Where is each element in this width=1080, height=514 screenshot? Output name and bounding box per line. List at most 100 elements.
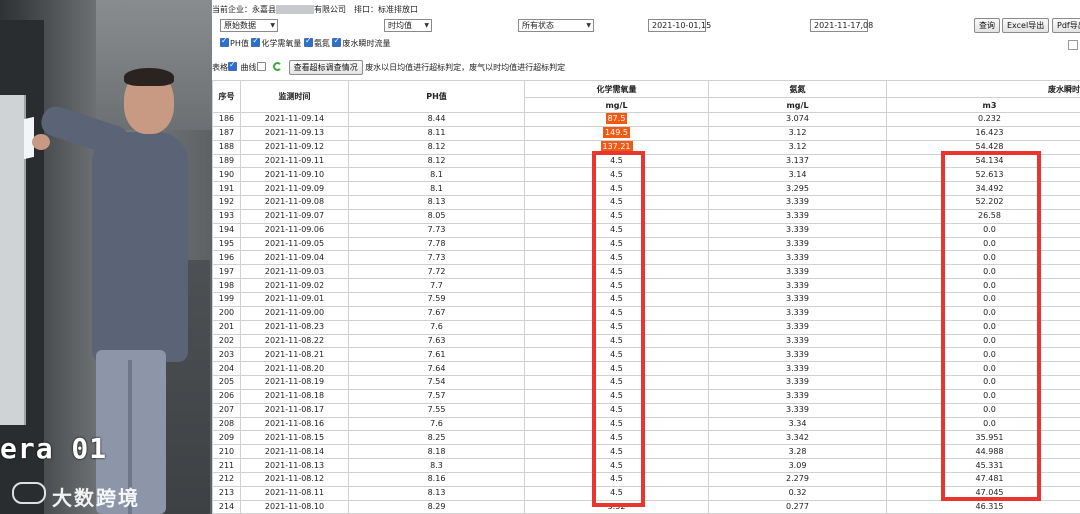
ph-filter[interactable]: PH值 — [220, 36, 249, 48]
curve-option-label: 曲线 — [240, 63, 257, 72]
nh3-value: 3.339 — [786, 377, 809, 387]
cod-value: 4.5 — [610, 294, 623, 304]
table-row: 202 2021-11-08.22 7.63 4.5 3.339 0.0 — [212, 333, 1080, 349]
cell-time: 2021-11-09.01 — [240, 291, 349, 307]
table-row: 204 2021-11-08.20 7.64 4.5 3.339 0.0 — [212, 361, 1080, 377]
time-value: 2021-11-08.18 — [264, 391, 325, 401]
cell-seq: 201 — [212, 319, 241, 335]
cell-seq: 213 — [212, 485, 241, 501]
table-row: 197 2021-11-09.03 7.72 4.5 3.339 0.0 — [212, 264, 1080, 280]
cell-time: 2021-11-08.17 — [240, 402, 349, 418]
ph-value: 8.11 — [427, 128, 446, 138]
nh3-value: 3.339 — [786, 239, 809, 249]
time-value: 2021-11-09.14 — [264, 114, 325, 124]
cell-time: 2021-11-08.19 — [240, 375, 349, 390]
cell-flow: 34.492 — [886, 181, 1080, 197]
cod-value: 4.5 — [610, 363, 623, 373]
cell-nh3: 3.09 — [708, 458, 887, 473]
cell-seq: 204 — [212, 361, 241, 377]
cell-ph: 8.1 — [348, 181, 525, 197]
cell-cod: 4.5 — [524, 250, 709, 266]
view-exceed-button[interactable]: 查看超标调查情况 — [288, 60, 363, 75]
cell-seq: 189 — [212, 153, 241, 169]
cell-seq: 212 — [212, 471, 241, 487]
col-ph-header: PH值 — [348, 80, 525, 113]
cell-ph: 8.13 — [348, 195, 525, 210]
flow-filter[interactable]: 废水瞬时流量 — [332, 36, 390, 48]
ph-checkbox[interactable] — [220, 36, 229, 47]
cell-flow: 0.0 — [886, 375, 1080, 390]
watermark-text: 大数跨境 — [52, 486, 140, 510]
refresh-icon[interactable] — [273, 62, 283, 71]
cell-cod: 4.5 — [524, 333, 709, 349]
cell-seq: 208 — [212, 416, 241, 432]
flow-value: 0.0 — [983, 405, 996, 415]
photo-person-hair — [124, 68, 174, 86]
ammonia-checkbox[interactable] — [303, 36, 313, 47]
ammonia-filter[interactable]: 氨氮 — [303, 36, 330, 48]
flow-checkbox[interactable] — [332, 36, 342, 47]
cell-ph: 7.73 — [348, 222, 525, 238]
table-row: 189 2021-11-09.11 8.12 4.5 3.137 54.134 — [212, 153, 1080, 169]
flow-value: 0.232 — [978, 114, 1001, 124]
cell-time: 2021-11-08.10 — [240, 499, 349, 514]
ph-value: 7.67 — [427, 308, 446, 318]
cell-nh3: 3.339 — [708, 236, 887, 252]
date-to-input[interactable]: 2021-11-17,08 — [810, 19, 873, 32]
table-row: 198 2021-11-09.02 7.7 4.5 3.339 0.0 — [212, 278, 1080, 293]
interval-select[interactable]: 时均值 — [384, 19, 432, 32]
time-value: 2021-11-09.05 — [264, 239, 325, 249]
flow-value: 0.0 — [983, 266, 996, 276]
cell-seq: 191 — [212, 181, 241, 197]
ph-value: 8.44 — [427, 114, 446, 124]
cod-filter[interactable]: 化学需氧量 — [251, 36, 301, 48]
cell-nh3: 2.279 — [708, 471, 887, 487]
col-cod-header: 化学需氧量 — [524, 80, 709, 98]
ph-value: 8.12 — [427, 142, 446, 152]
cell-ph: 8.3 — [348, 458, 525, 473]
date-from-input[interactable]: 2021-10-01,15 — [648, 19, 711, 32]
cell-nh3: 3.339 — [708, 361, 887, 377]
nh3-value: 3.339 — [786, 308, 809, 318]
nh3-value: 3.137 — [786, 155, 809, 165]
ph-value: 7.59 — [427, 294, 446, 304]
cell-flow: 54.428 — [886, 139, 1080, 155]
cod-value: 4.5 — [610, 252, 623, 262]
time-value: 2021-11-09.10 — [264, 169, 325, 179]
excel-export-button[interactable]: Excel导出 — [1002, 18, 1050, 33]
cell-seq: 210 — [212, 444, 241, 460]
side-checkbox[interactable] — [1068, 40, 1078, 50]
cell-seq: 195 — [212, 236, 241, 252]
query-button[interactable]: 查询 — [974, 18, 1000, 33]
cell-time: 2021-11-09.00 — [240, 305, 349, 321]
ph-value: 8.16 — [427, 474, 446, 484]
table-checkbox[interactable] — [228, 60, 237, 71]
cell-seq: 206 — [212, 388, 241, 404]
col-flow-header: 废水瞬时流 — [886, 80, 1080, 98]
flow-value: 0.0 — [983, 349, 996, 359]
cod-value: 4.5 — [610, 335, 623, 345]
cell-flow: 47.481 — [886, 471, 1080, 487]
cell-time: 2021-11-08.13 — [240, 458, 349, 473]
seq-value: 187 — [218, 128, 235, 138]
cell-nh3: 3.339 — [708, 278, 887, 293]
status-select[interactable]: 所有状态 — [518, 19, 594, 32]
cod-exceed-value: 87.5 — [605, 113, 628, 125]
table-row: 188 2021-11-09.12 8.12 137.21 3.12 54.428 — [212, 139, 1080, 155]
seq-value: 203 — [218, 349, 235, 359]
cell-seq: 187 — [212, 125, 241, 141]
cell-cod: 4.5 — [524, 195, 709, 210]
curve-checkbox[interactable] — [256, 62, 266, 71]
pdf-export-button[interactable]: Pdf导出 — [1052, 18, 1080, 33]
cod-checkbox[interactable] — [251, 36, 261, 47]
nh3-value: 3.339 — [786, 322, 809, 332]
seq-value: 195 — [218, 239, 235, 249]
data-type-select[interactable]: 原始数据 — [220, 19, 278, 32]
cell-seq: 202 — [212, 333, 241, 349]
nh3-value: 3.09 — [788, 460, 807, 470]
col-time-header: 监测时间 — [240, 80, 349, 113]
cell-seq: 205 — [212, 375, 241, 390]
cell-time: 2021-11-09.12 — [240, 139, 349, 155]
time-value: 2021-11-09.06 — [264, 225, 325, 235]
table-row: 191 2021-11-09.09 8.1 4.5 3.295 34.492 — [212, 181, 1080, 197]
